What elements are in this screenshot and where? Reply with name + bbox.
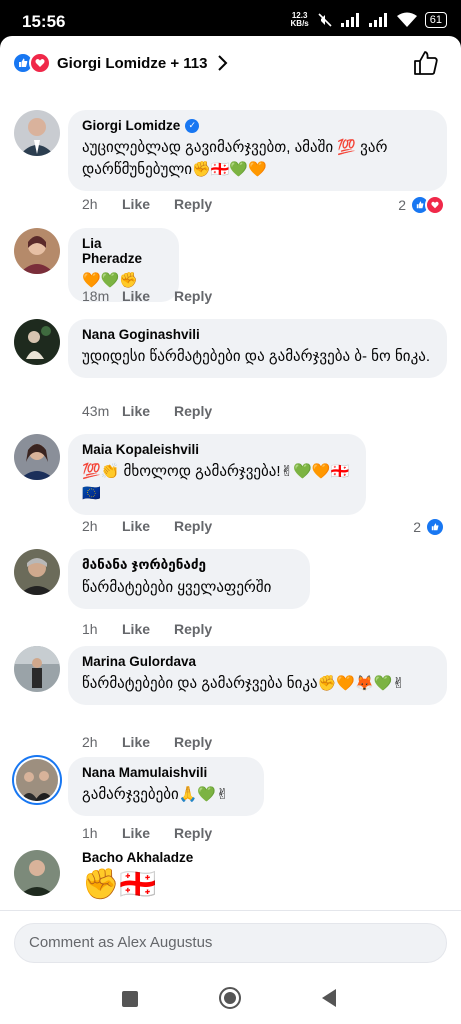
avatar[interactable]: [14, 434, 60, 480]
back-icon: [322, 989, 336, 1007]
reply-button[interactable]: Reply: [174, 734, 212, 750]
reply-button[interactable]: Reply: [174, 518, 212, 534]
reaction-summary[interactable]: Giorgi Lomidze + 113: [12, 52, 229, 74]
comment-text: ✊🇬🇪: [82, 868, 157, 901]
avatar[interactable]: [16, 759, 58, 801]
wifi-icon: [396, 12, 417, 27]
comment-bubble: Maia Kopaleishvili 💯👏 მხოლოდ გამარჯვება!…: [68, 434, 366, 515]
like-button[interactable]: Like: [122, 196, 150, 212]
comment-author[interactable]: Bacho Akhaladze: [82, 850, 193, 865]
comment-time: 2h: [82, 734, 98, 750]
comment-reactions[interactable]: 2: [398, 195, 445, 215]
reply-button[interactable]: Reply: [174, 825, 212, 841]
status-bar: 15:56 12.3 KB/s 61: [0, 0, 461, 40]
reply-button[interactable]: Reply: [174, 196, 212, 212]
sheet-header: Giorgi Lomidze + 113: [0, 36, 461, 92]
comment-text: წარმატებები ყველაფერში: [82, 579, 272, 596]
status-time: 15:56: [22, 12, 66, 31]
thumbs-up-button[interactable]: [413, 50, 439, 81]
comment-actions: 1h Like Reply: [82, 825, 236, 841]
comment-bubble: Nana Goginashvili უდიდესი წარმატებები და…: [68, 319, 447, 378]
home-button[interactable]: [218, 986, 242, 1015]
reply-button[interactable]: Reply: [174, 621, 212, 637]
android-nav-bar: [0, 987, 461, 1024]
like-reaction-icon: [425, 517, 445, 537]
comment-actions: 2h Like Reply: [82, 734, 236, 750]
status-icons: 12.3 KB/s 61: [291, 12, 447, 28]
like-button[interactable]: Like: [122, 518, 150, 534]
recents-icon: [122, 991, 138, 1007]
comment-text: გამარჯვებები🙏💚✌: [82, 786, 229, 803]
comment-author[interactable]: Giorgi Lomidze ✓: [82, 118, 433, 133]
comments-sheet: Giorgi Lomidze + 113 Giorgi Lomidze ✓ აუ…: [0, 36, 461, 990]
avatar[interactable]: [14, 646, 60, 692]
composer-bar: Comment as Alex Augustus: [0, 910, 461, 990]
recents-button[interactable]: [121, 990, 139, 1013]
love-reaction-icon: [29, 52, 51, 74]
comment-time: 43m: [82, 403, 110, 419]
comment-body: Bacho Akhaladze ✊🇬🇪: [82, 850, 193, 903]
comment-time: 18m: [82, 288, 110, 304]
verified-badge-icon: ✓: [185, 118, 200, 133]
comment-author[interactable]: Marina Gulordava: [82, 654, 433, 669]
avatar[interactable]: [14, 549, 60, 595]
comment-author[interactable]: მანანა ჯორბენაძე: [82, 557, 296, 573]
comment-time: 2h: [82, 518, 98, 534]
comment-actions: 1h Like Reply: [82, 621, 236, 637]
battery-indicator: 61: [424, 12, 447, 28]
comment-actions: 2h Like Reply: [82, 518, 236, 534]
comment-author[interactable]: Nana Goginashvili: [82, 327, 433, 342]
comment-time: 1h: [82, 621, 98, 637]
comment-text: უდიდესი წარმატებები და გამარჯვება ბ- ნო …: [82, 348, 431, 365]
thumbs-up-icon: [414, 51, 438, 75]
network-speed: 12.3 KB/s: [290, 11, 309, 28]
comment-author[interactable]: Nana Mamulaishvili: [82, 765, 250, 780]
avatar[interactable]: [14, 110, 60, 156]
home-icon: [219, 987, 241, 1009]
reactors-text: Giorgi Lomidze + 113: [57, 54, 208, 72]
comment-time: 1h: [82, 825, 98, 841]
mute-icon: [318, 13, 332, 27]
comment-bubble: Marina Gulordava წარმატებები და გამარჯვე…: [68, 646, 447, 705]
reply-button[interactable]: Reply: [174, 403, 212, 419]
like-button[interactable]: Like: [122, 825, 150, 841]
love-reaction-icon: [425, 195, 445, 215]
comment-text: 💯👏 მხოლოდ გამარჯვება!✌💚🧡🇬🇪🇪🇺: [82, 463, 350, 502]
comment-actions: 18m Like Reply: [82, 288, 236, 304]
comment-bubble: Nana Mamulaishvili გამარჯვებები🙏💚✌: [68, 757, 264, 816]
comment-author[interactable]: Lia Pheradze: [82, 236, 165, 266]
chevron-right-icon: [218, 55, 228, 71]
avatar[interactable]: [14, 850, 60, 896]
avatar[interactable]: [14, 228, 60, 274]
comment-bubble: მანანა ჯორბენაძე წარმატებები ყველაფერში: [68, 549, 310, 609]
avatar[interactable]: [14, 319, 60, 365]
comment-reactions[interactable]: 2: [413, 517, 445, 537]
back-button[interactable]: [320, 988, 338, 1013]
comment-author[interactable]: Maia Kopaleishvili: [82, 442, 352, 457]
like-button[interactable]: Like: [122, 734, 150, 750]
comment-text: აუცილებლად გავიმარჯვებთ, ამაში 💯 ვარ დარ…: [82, 139, 388, 178]
comment-actions: 2h Like Reply: [82, 196, 236, 212]
signal-icon-2: [368, 13, 387, 27]
signal-icon: [340, 13, 359, 27]
comment-time: 2h: [82, 196, 98, 212]
like-button[interactable]: Like: [122, 621, 150, 637]
comment-bubble: Giorgi Lomidze ✓ აუცილებლად გავიმარჯვებთ…: [68, 110, 447, 191]
like-button[interactable]: Like: [122, 403, 150, 419]
comment-input[interactable]: Comment as Alex Augustus: [14, 923, 447, 963]
reply-button[interactable]: Reply: [174, 288, 212, 304]
like-button[interactable]: Like: [122, 288, 150, 304]
comment-text: წარმატებები და გამარჯვება ნიკა✊🧡🦊💚✌: [82, 675, 405, 692]
comment-actions: 43m Like Reply: [82, 403, 236, 419]
